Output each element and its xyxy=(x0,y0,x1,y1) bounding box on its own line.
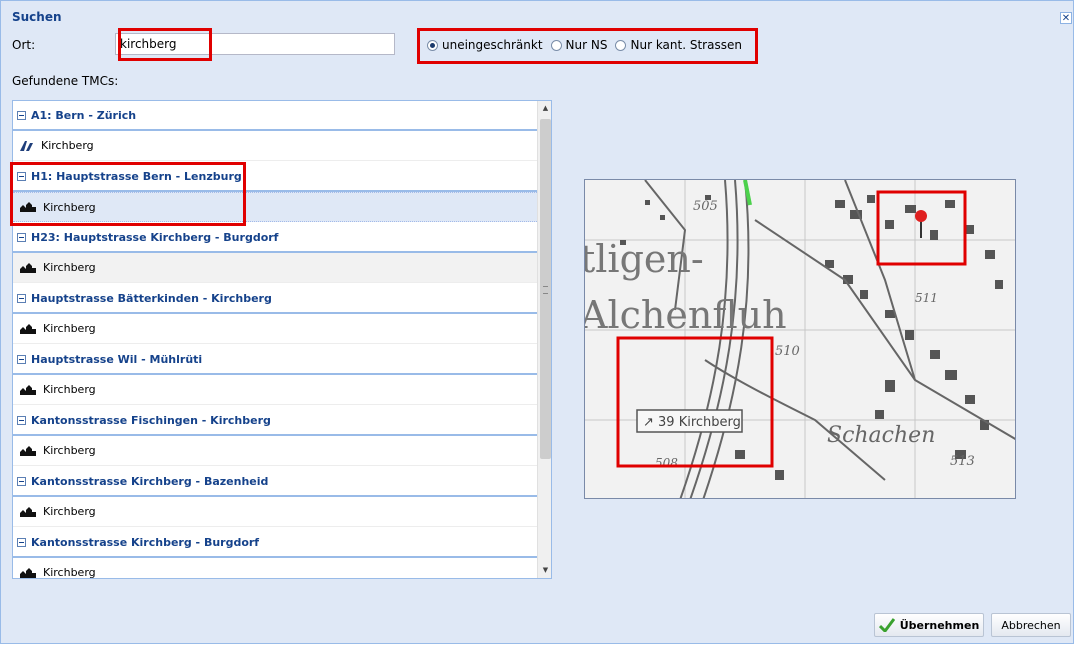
tmc-list-item[interactable]: Kirchberg xyxy=(13,497,537,527)
town-icon xyxy=(20,262,43,273)
map-elevation-label: 513 xyxy=(950,454,975,469)
tmc-list-item[interactable]: Kirchberg xyxy=(13,131,537,161)
town-icon xyxy=(20,384,43,395)
scroll-up-arrow-icon[interactable]: ▲ xyxy=(538,101,551,116)
collapse-icon[interactable] xyxy=(17,476,26,486)
map-preview[interactable]: tligen- Alchenfluh Schachen 505 510 511 … xyxy=(584,179,1016,499)
tmc-group-label: Hauptstrasse Wil - Mühlrüti xyxy=(31,352,203,366)
radio-nur-kant-strassen[interactable]: Nur kant. Strassen xyxy=(615,38,742,52)
close-button[interactable]: ✕ xyxy=(1060,12,1072,24)
tmc-group-header[interactable]: Kantonsstrasse Fischingen - Kirchberg xyxy=(13,406,537,436)
collapse-icon[interactable] xyxy=(17,537,26,547)
map-elevation-label: 505 xyxy=(693,199,718,214)
radio-dot xyxy=(427,39,438,51)
tmc-group-header[interactable]: Hauptstrasse Bätterkinden - Kirchberg xyxy=(13,284,537,314)
collapse-icon[interactable] xyxy=(17,415,26,425)
map-place-label: Schachen xyxy=(827,423,935,448)
tmc-list[interactable]: A1: Bern - Zürich Kirchberg H1: Hauptstras… xyxy=(12,100,552,579)
tmc-item-label: Kirchberg xyxy=(43,261,96,274)
found-tmcs-label: Gefundene TMCs: xyxy=(12,74,119,88)
tmc-group-label: Kantonsstrasse Kirchberg - Burgdorf xyxy=(31,535,260,549)
map-elevation-label: 510 xyxy=(775,344,800,359)
scroll-thumb[interactable] xyxy=(540,119,551,459)
ort-input[interactable] xyxy=(115,33,395,55)
map-exit-sign: ↗ 39 Kirchberg xyxy=(643,415,741,430)
radio-uneingeschraenkt[interactable]: uneingeschränkt xyxy=(427,38,543,52)
tmc-list-item[interactable]: Kirchberg xyxy=(13,253,537,283)
radio-label: uneingeschränkt xyxy=(442,38,543,52)
radio-dot xyxy=(615,39,627,51)
list-scrollbar[interactable]: ▲ ▼ xyxy=(537,101,551,578)
town-icon xyxy=(20,202,43,212)
cancel-button-label: Abbrechen xyxy=(1001,618,1061,632)
filter-radio-group: uneingeschränkt Nur NS Nur kant. Strasse… xyxy=(427,36,750,54)
scroll-down-arrow-icon[interactable]: ▼ xyxy=(538,563,551,578)
map-pin-icon xyxy=(915,210,927,222)
tmc-group-label: Kantonsstrasse Kirchberg - Bazenheid xyxy=(31,474,269,488)
cancel-button[interactable]: Abbrechen xyxy=(991,613,1071,637)
map-elevation-label: 511 xyxy=(915,291,938,305)
tmc-item-label: Kirchberg xyxy=(41,139,94,152)
tmc-group-header[interactable]: A1: Bern - Zürich xyxy=(13,101,537,131)
ort-label: Ort: xyxy=(12,38,36,52)
collapse-icon[interactable] xyxy=(17,232,26,242)
tmc-item-label: Kirchberg xyxy=(43,200,96,214)
collapse-icon[interactable] xyxy=(17,354,26,364)
collapse-icon[interactable] xyxy=(17,171,26,181)
tmc-item-label: Kirchberg xyxy=(43,322,96,335)
tmc-group-label: H1: Hauptstrasse Bern - Lenzburg xyxy=(31,169,242,183)
tmc-list-item[interactable]: Kirchberg xyxy=(13,192,537,222)
motorway-junction-icon xyxy=(20,140,41,152)
topographic-map-image: tligen- Alchenfluh Schachen 505 510 511 … xyxy=(585,180,1015,498)
tmc-group-header[interactable]: H23: Hauptstrasse Kirchberg - Burgdorf xyxy=(13,223,537,253)
tmc-group-header[interactable]: H1: Hauptstrasse Bern - Lenzburg xyxy=(13,162,537,192)
map-place-label: tligen- xyxy=(585,237,704,281)
tmc-item-label: Kirchberg xyxy=(43,505,96,518)
town-icon xyxy=(20,445,43,456)
radio-label: Nur kant. Strassen xyxy=(630,38,742,52)
search-dialog: Suchen ✕ Ort: uneingeschränkt Nur NS Nur… xyxy=(0,0,1074,644)
map-elevation-label: 508 xyxy=(655,456,678,470)
dialog-title: Suchen xyxy=(12,10,62,24)
tmc-group-header[interactable]: Kantonsstrasse Kirchberg - Bazenheid xyxy=(13,467,537,497)
tmc-list-item[interactable]: Kirchberg xyxy=(13,436,537,466)
town-icon xyxy=(20,506,43,517)
tmc-item-label: Kirchberg xyxy=(43,383,96,396)
checkmark-icon xyxy=(878,618,895,632)
tmc-group-label: A1: Bern - Zürich xyxy=(31,108,137,122)
radio-nur-ns[interactable]: Nur NS xyxy=(550,38,608,52)
town-icon xyxy=(20,323,43,334)
tmc-list-item[interactable]: Kirchberg xyxy=(13,314,537,344)
tmc-group-label: Hauptstrasse Bätterkinden - Kirchberg xyxy=(31,291,272,305)
tmc-list-item[interactable]: Kirchberg xyxy=(13,375,537,405)
radio-label: Nur NS xyxy=(565,38,608,52)
close-icon: ✕ xyxy=(1061,13,1071,24)
tmc-item-label: Kirchberg xyxy=(43,566,96,579)
tmc-group-header[interactable]: Hauptstrasse Wil - Mühlrüti xyxy=(13,345,537,375)
collapse-icon[interactable] xyxy=(17,293,26,303)
collapse-icon[interactable] xyxy=(17,110,26,120)
radio-dot xyxy=(550,39,562,51)
tmc-list-item[interactable]: Kirchberg xyxy=(13,558,537,579)
tmc-group-label: H23: Hauptstrasse Kirchberg - Burgdorf xyxy=(31,230,279,244)
tmc-group-header[interactable]: Kantonsstrasse Kirchberg - Burgdorf xyxy=(13,528,537,558)
map-place-label: Alchenfluh xyxy=(585,293,787,337)
apply-button[interactable]: Übernehmen xyxy=(874,613,984,637)
tmc-item-label: Kirchberg xyxy=(43,444,96,457)
tmc-group-label: Kantonsstrasse Fischingen - Kirchberg xyxy=(31,413,271,427)
town-icon xyxy=(20,567,43,578)
apply-button-label: Übernehmen xyxy=(899,618,980,632)
